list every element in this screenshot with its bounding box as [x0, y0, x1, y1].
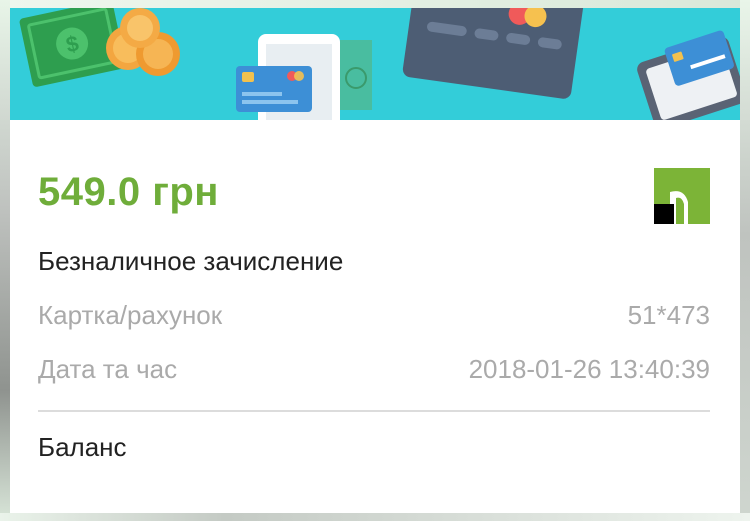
divider — [38, 410, 710, 412]
card-reader-icon — [637, 30, 740, 120]
datetime-label: Дата та час — [38, 354, 178, 384]
transaction-details: 549.0 грн Безналичное зачисление Картка/… — [10, 120, 740, 513]
transaction-description: Безналичное зачисление — [38, 246, 344, 276]
header-banner: $ — [10, 8, 740, 120]
balance-label: Баланс — [38, 432, 127, 462]
bank-card-icon — [236, 66, 312, 112]
card-label: Картка/рахунок — [38, 300, 223, 330]
transaction-amount: 549.0 грн — [38, 170, 219, 214]
coins-icon — [106, 8, 180, 76]
transaction-card: $ 549.0 грн Безналичное зачисление Картк… — [10, 8, 740, 513]
window-frame-left — [0, 0, 10, 521]
card-value: 51*473 — [627, 300, 710, 330]
bank-logo-icon — [654, 168, 710, 224]
window-frame-top — [0, 0, 750, 8]
wallet-icon — [402, 8, 585, 99]
datetime-value: 2018-01-26 13:40:39 — [468, 354, 710, 384]
window-frame-right — [740, 0, 750, 521]
window-frame-bottom — [0, 513, 750, 521]
